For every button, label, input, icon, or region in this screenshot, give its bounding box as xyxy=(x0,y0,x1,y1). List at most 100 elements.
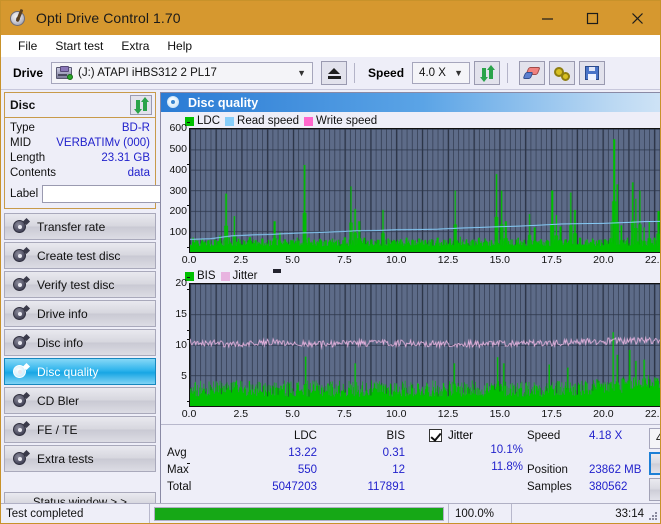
disc-icon xyxy=(13,275,31,292)
stats-row-label: Avg xyxy=(167,446,187,459)
minimize-icon[interactable] xyxy=(525,1,570,35)
progress-bar-fill xyxy=(155,507,443,520)
test-speed-value: 4.0 X xyxy=(656,433,660,445)
disc-icon xyxy=(13,420,31,437)
sidebar-item-extra-tests[interactable]: Extra tests xyxy=(4,445,156,472)
toolbar-divider xyxy=(354,63,356,83)
start-part-button[interactable]: Start part xyxy=(649,478,660,501)
close-icon[interactable] xyxy=(615,1,660,35)
stats-row-avg: Avg 13.22 0.31 xyxy=(167,444,417,461)
left-spacer xyxy=(4,474,156,488)
title-bar: Opti Drive Control 1.70 xyxy=(1,1,660,35)
disc-value: VERBATIMv (000) xyxy=(56,137,150,149)
x-tick-label: 22.5 xyxy=(644,408,660,420)
samples-label: Samples xyxy=(527,480,572,493)
menu-start-test[interactable]: Start test xyxy=(46,37,112,55)
sidebar-item-verify-test-disc[interactable]: Verify test disc xyxy=(4,271,156,298)
ldc-chart-plot xyxy=(189,128,660,253)
y-tick-label: 300 xyxy=(169,185,190,248)
disc-key: Contents xyxy=(10,167,57,179)
legend-entry-bis: BIS xyxy=(185,270,216,282)
stats-row-max: Max 550 12 xyxy=(167,461,417,478)
disc-key: MID xyxy=(10,137,32,149)
sidebar-item-create-test-disc[interactable]: Create test disc xyxy=(4,242,156,269)
progress-bar xyxy=(154,506,444,521)
jitter-checkbox[interactable] xyxy=(429,429,442,442)
sidebar-item-disc-info[interactable]: Disc info xyxy=(4,329,156,356)
stats-value-bis: 12 xyxy=(392,463,405,476)
speed-row: Speed 4.18 X xyxy=(527,427,649,444)
sidebar-item-drive-info[interactable]: Drive info xyxy=(4,300,156,327)
x-tick-label: 20.0 xyxy=(593,408,614,420)
drive-select[interactable]: (J:) ATAPI iHBS312 2 PL17 ▼ xyxy=(51,62,314,84)
speed-select-value: 4.0 X xyxy=(419,67,446,79)
jitter-max-value: 11.8% xyxy=(491,461,523,473)
disc-icon xyxy=(13,246,31,263)
disc-box-header: Disc xyxy=(5,93,155,117)
ldc-chart-legend: LDC Read speed Write speed xyxy=(163,113,660,128)
legend-entry-ldc: LDC xyxy=(185,115,220,127)
test-actions: 4.0 X ▼ Start full Start part xyxy=(649,427,660,501)
y-tick-label: 100 xyxy=(169,226,190,332)
position-label: Position xyxy=(527,463,568,476)
sidebar-item-label: CD Bler xyxy=(37,393,80,408)
status-message: Test completed xyxy=(6,507,84,520)
sidebar-item-transfer-rate[interactable]: Transfer rate xyxy=(4,213,156,240)
sidebar-item-label: Create test disc xyxy=(37,248,121,263)
sidebar-item-fe-te[interactable]: FE / TE xyxy=(4,416,156,443)
divider xyxy=(149,503,150,523)
stats-row-total: Total 5047203 117891 xyxy=(167,478,417,495)
x-tick-label: 15.0 xyxy=(489,254,511,266)
menu-help[interactable]: Help xyxy=(158,37,201,55)
chevron-down-icon: ▼ xyxy=(297,68,307,78)
sidebar-item-label: Disc quality xyxy=(37,364,99,379)
disc-label-key: Label xyxy=(10,188,39,200)
x-tick-label: 7.5 xyxy=(337,408,352,420)
stats-row-label: Total xyxy=(167,480,192,493)
legend-swatch xyxy=(225,116,235,126)
disc-icon xyxy=(13,362,31,379)
jitter-label: Jitter xyxy=(448,429,473,442)
menu-bar: File Start test Extra Help xyxy=(1,35,660,57)
y-tick-label: 500 xyxy=(169,143,190,165)
jitter-header: Jitter xyxy=(417,427,527,444)
y-tick-label: 600 xyxy=(169,122,190,134)
menu-extra[interactable]: Extra xyxy=(112,37,158,55)
erase-button[interactable] xyxy=(519,61,546,85)
stats-col-header-ldc: LDC xyxy=(293,429,317,442)
stats-value-ldc: 550 xyxy=(297,463,317,476)
x-tick-label: 12.5 xyxy=(437,408,459,420)
sidebar-item-label: Transfer rate xyxy=(37,219,106,234)
maximize-icon[interactable] xyxy=(570,1,615,35)
start-full-button[interactable]: Start full xyxy=(649,452,660,475)
menu-file[interactable]: File xyxy=(9,37,46,55)
speed-position-stats: Speed 4.18 X Position 23862 MB Samples 3… xyxy=(527,427,649,501)
speed-select[interactable]: 4.0 X ▼ xyxy=(412,62,471,84)
save-button[interactable] xyxy=(579,61,606,85)
test-speed-select[interactable]: 4.0 X ▼ xyxy=(649,428,660,449)
x-tick-label: 15.0 xyxy=(489,408,511,420)
legend-label: Jitter xyxy=(232,270,258,282)
x-tick-label: 10.0 xyxy=(385,408,407,420)
disc-refresh-button[interactable] xyxy=(130,95,152,115)
resize-grip[interactable] xyxy=(647,510,657,520)
eject-button[interactable] xyxy=(321,61,348,85)
chevron-down-icon: ▼ xyxy=(454,68,464,78)
refresh-button[interactable] xyxy=(474,61,501,85)
page-title: Disc quality xyxy=(188,95,259,110)
tools-button[interactable] xyxy=(549,61,576,85)
sidebar-item-cd-bler[interactable]: CD Bler xyxy=(4,387,156,414)
charts-container: LDC Read speed Write speed 100 200 300 400 5… xyxy=(161,112,660,464)
disc-icon xyxy=(13,304,31,321)
position-value: 23862 MB xyxy=(589,463,642,476)
left-panel: Disc Type BD-R MID VERBATIMv (000) Lengt… xyxy=(1,90,246,523)
sidebar-item-disc-quality[interactable]: Disc quality xyxy=(4,358,156,385)
stats-row-label: Max xyxy=(167,463,189,476)
stats-value-ldc: 13.22 xyxy=(288,446,317,459)
ldc-chart-row: 100200300400500600 2 X4 X6 X8 X10 X12 X1… xyxy=(163,122,660,332)
save-icon xyxy=(585,66,600,80)
disc-info-box: Disc Type BD-R MID VERBATIMv (000) Lengt… xyxy=(4,92,246,209)
bis-chart-y-axis: 5 10 15 20 xyxy=(163,277,190,464)
x-tick-label: 7.5 xyxy=(337,254,352,266)
disc-icon xyxy=(13,449,31,466)
